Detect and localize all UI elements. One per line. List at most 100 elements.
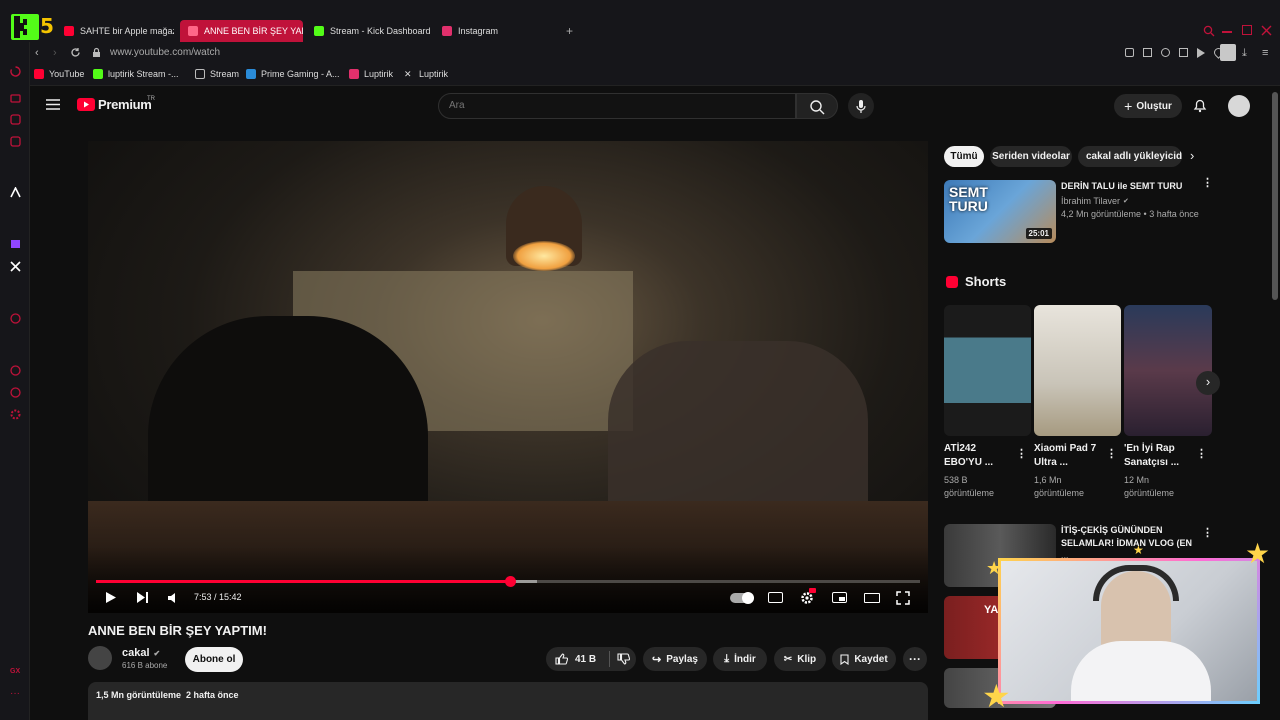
youtube-logo-icon[interactable] — [77, 98, 95, 111]
lock-icon[interactable] — [92, 47, 101, 58]
theater-mode-icon[interactable] — [864, 593, 880, 603]
subtitles-icon[interactable] — [768, 592, 783, 603]
rec1-channel[interactable]: İbrahim Tilaver — [1061, 196, 1120, 206]
chip-uploader[interactable]: cakal adlı yükleyiciden — [1078, 146, 1182, 167]
new-tab-button[interactable]: + — [566, 24, 573, 38]
create-button[interactable]: + Oluştur — [1114, 94, 1182, 118]
subscribe-button[interactable]: Abone ol — [185, 647, 243, 672]
minimize-icon[interactable] — [1222, 31, 1232, 33]
rec2-menu-icon[interactable]: ⋮ — [1202, 526, 1213, 539]
scrollbar-thumb[interactable] — [1272, 92, 1278, 300]
youtube-favicon-icon — [64, 26, 74, 36]
menu-icon[interactable]: ≡ — [1262, 47, 1268, 59]
search-input[interactable] — [449, 100, 749, 111]
rec1-menu-icon[interactable]: ⋮ — [1202, 178, 1213, 189]
bookmark-instagram[interactable]: Luptirik — [349, 69, 393, 79]
volume-icon[interactable] — [167, 592, 179, 604]
thumbs-up-icon[interactable] — [555, 653, 568, 665]
rec1-thumbnail[interactable]: SEMT TURU 25:01 — [944, 180, 1056, 243]
thumbs-down-icon[interactable] — [617, 653, 631, 665]
short-title[interactable]: ATİ242 EBO'YU ... — [944, 442, 1014, 470]
player-icon[interactable] — [10, 313, 21, 324]
settings-icon[interactable] — [10, 409, 21, 420]
hamburger-menu-icon[interactable] — [46, 99, 60, 110]
cube-icon[interactable] — [1179, 48, 1188, 57]
progress-track[interactable] — [96, 576, 920, 587]
tab-current[interactable]: ANNE BEN BİR ŞEY YAPTI — [180, 20, 303, 42]
more-icon[interactable]: ··· — [10, 688, 20, 699]
short-thumbnail[interactable] — [1034, 305, 1121, 436]
voice-search-icon[interactable] — [848, 93, 874, 119]
rec1-channel-row[interactable]: İbrahim Tilaver ✔ — [1061, 196, 1129, 206]
chat-icon[interactable] — [10, 387, 21, 398]
description-box[interactable]: 1,5 Mn görüntüleme 2 hafta önce — [88, 682, 928, 720]
channel-name[interactable]: cakal — [122, 647, 150, 659]
short-menu-icon[interactable]: ⋮ — [1196, 447, 1207, 460]
bookmark-kick[interactable]: luptirik Stream -... — [93, 69, 179, 79]
forward-icon[interactable]: › — [53, 47, 57, 59]
short-menu-icon[interactable]: ⋮ — [1106, 447, 1117, 460]
notifications-bell-icon[interactable] — [1193, 98, 1207, 113]
channel-name-row[interactable]: cakal ✔ — [122, 647, 160, 659]
vpn-icon[interactable] — [1161, 48, 1170, 57]
messenger-icon[interactable] — [10, 114, 21, 125]
reload-icon[interactable] — [70, 47, 81, 58]
clip-button[interactable]: ✂ Klip — [774, 647, 826, 671]
search-box[interactable] — [438, 93, 796, 119]
bookmark-youtube[interactable]: YouTube — [34, 69, 84, 79]
save-button[interactable]: Kaydet — [832, 647, 896, 671]
url-text[interactable]: www.youtube.com/watch — [110, 47, 220, 58]
download-button[interactable]: ⤓ İndir — [713, 647, 767, 671]
plus-icon: + — [1124, 98, 1133, 114]
settings-gear-icon[interactable] — [800, 588, 816, 605]
history-icon[interactable] — [10, 66, 21, 77]
fullscreen-icon[interactable] — [896, 591, 910, 605]
bag-icon[interactable] — [10, 92, 21, 103]
back-icon[interactable]: ‹ — [35, 47, 39, 59]
short-thumbnail[interactable] — [1124, 305, 1212, 436]
aria-icon[interactable] — [10, 187, 21, 198]
short-title[interactable]: 'En İyi Rap Sanatçısı ... — [1124, 442, 1194, 470]
close-icon[interactable] — [1261, 25, 1272, 36]
x-icon[interactable] — [10, 261, 21, 272]
snapshot-icon[interactable] — [1143, 48, 1152, 57]
shorts-next-icon[interactable]: › — [1196, 371, 1220, 395]
chips-next-icon[interactable]: › — [1190, 148, 1194, 163]
share-button[interactable]: ↪ Paylaş — [643, 647, 707, 671]
clock-icon[interactable] — [10, 365, 21, 376]
short-thumbnail[interactable] — [944, 305, 1031, 436]
music-icon[interactable] — [10, 136, 21, 147]
short-menu-icon[interactable]: ⋮ — [1016, 447, 1027, 460]
miniplayer-icon[interactable] — [832, 592, 847, 603]
next-button-icon[interactable] — [136, 591, 149, 604]
bookmark-prime[interactable]: Prime Gaming - A... — [246, 69, 340, 79]
twitch-icon[interactable] — [10, 239, 21, 250]
bookmark-x[interactable]: ✕ Luptirik — [404, 69, 448, 79]
tab-apple[interactable]: SAHTE bir Apple mağazası — [56, 20, 174, 42]
play-icon[interactable] — [1197, 48, 1205, 58]
download-icon[interactable]: ⤓ — [1242, 47, 1247, 60]
hd-badge — [809, 588, 816, 593]
maximize-icon[interactable] — [1242, 25, 1252, 35]
chip-series[interactable]: Seriden videolar — [990, 146, 1072, 167]
account-avatar[interactable] — [1228, 95, 1250, 117]
video-player[interactable]: 7:53 / 15:42 — [88, 141, 928, 613]
bookmark-stream[interactable]: Stream — [195, 69, 239, 79]
search-tabs-icon[interactable] — [1203, 25, 1215, 37]
bookmark-icon — [840, 653, 849, 665]
rec1-title[interactable]: DERİN TALU ile SEMT TURU — [1061, 181, 1201, 191]
x-icon: ✕ — [404, 69, 412, 79]
short-title[interactable]: Xiaomi Pad 7 Ultra ... — [1034, 442, 1104, 470]
channel-avatar[interactable] — [88, 646, 112, 670]
more-actions-icon[interactable]: ··· — [903, 647, 927, 671]
like-count[interactable]: 41 B — [575, 654, 596, 665]
tab-instagram[interactable]: Instagram — [434, 20, 534, 42]
chip-all[interactable]: Tümü — [944, 146, 984, 167]
address-bar: ‹ › www.youtube.com/watch ⤓ ≡ — [30, 42, 1280, 64]
avatar[interactable] — [1220, 44, 1236, 61]
play-button-icon[interactable] — [105, 591, 117, 604]
search-button[interactable] — [796, 93, 838, 119]
tab-kick[interactable]: Stream - Kick Dashboard — [306, 20, 436, 42]
pin-icon[interactable] — [1125, 48, 1134, 57]
autoplay-toggle[interactable] — [730, 592, 754, 604]
